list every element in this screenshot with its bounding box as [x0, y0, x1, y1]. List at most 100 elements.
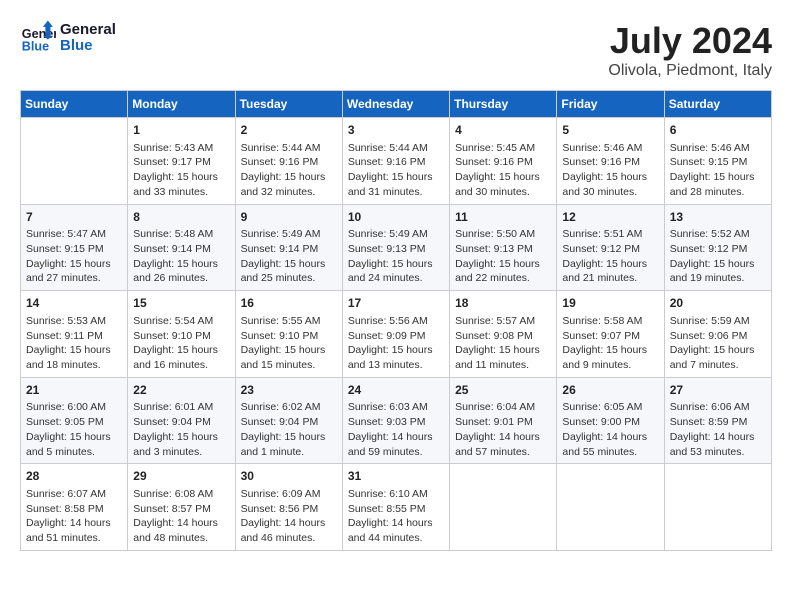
day-number: 16	[241, 295, 337, 312]
cell-content: Sunrise: 5:56 AM Sunset: 9:09 PM Dayligh…	[348, 314, 444, 373]
calendar-header-row: SundayMondayTuesdayWednesdayThursdayFrid…	[21, 91, 772, 118]
day-number: 8	[133, 209, 229, 226]
calendar-week-row: 14 Sunrise: 5:53 AM Sunset: 9:11 PM Dayli…	[21, 291, 772, 378]
calendar-cell: 21Sunrise: 6:00 AM Sunset: 9:05 PM Dayli…	[21, 377, 128, 464]
calendar-week-row: 28 Sunrise: 6:07 AM Sunset: 8:58 PM Dayli…	[21, 464, 772, 551]
calendar-cell: 22Sunrise: 6:01 AM Sunset: 9:04 PM Dayli…	[128, 377, 235, 464]
header-cell-thursday: Thursday	[450, 91, 557, 118]
calendar-week-row: 7Sunrise: 5:47 AM Sunset: 9:15 PM Daylig…	[21, 204, 772, 291]
day-number: 23	[241, 382, 337, 399]
calendar-cell: 31Sunrise: 6:10 AM Sunset: 8:55 PM Dayli…	[342, 464, 449, 551]
calendar-cell	[664, 464, 771, 551]
cell-content: Sunrise: 6:09 AM Sunset: 8:56 PM Dayligh…	[241, 487, 337, 546]
calendar-week-row: 21Sunrise: 6:00 AM Sunset: 9:05 PM Dayli…	[21, 377, 772, 464]
cell-content: Sunrise: 6:04 AM Sunset: 9:01 PM Dayligh…	[455, 400, 551, 459]
day-number: 5	[562, 122, 658, 139]
calendar-cell: 11Sunrise: 5:50 AM Sunset: 9:13 PM Dayli…	[450, 204, 557, 291]
day-number: 22	[133, 382, 229, 399]
header-cell-friday: Friday	[557, 91, 664, 118]
location-subtitle: Olivola, Piedmont, Italy	[608, 62, 772, 80]
calendar-cell	[21, 118, 128, 205]
calendar-cell: 18Sunrise: 5:57 AM Sunset: 9:08 PM Dayli…	[450, 291, 557, 378]
cell-content: Sunrise: 5:48 AM Sunset: 9:14 PM Dayligh…	[133, 227, 229, 286]
day-number: 17	[348, 295, 444, 312]
cell-content: Sunrise: 5:45 AM Sunset: 9:16 PM Dayligh…	[455, 141, 551, 200]
day-number: 15	[133, 295, 229, 312]
calendar-cell: 30 Sunrise: 6:09 AM Sunset: 8:56 PM Dayli…	[235, 464, 342, 551]
cell-content: Sunrise: 5:49 AM Sunset: 9:14 PM Dayligh…	[241, 227, 337, 286]
logo-line2: Blue	[60, 38, 116, 55]
day-number: 31	[348, 468, 444, 485]
calendar-cell: 6Sunrise: 5:46 AM Sunset: 9:15 PM Daylig…	[664, 118, 771, 205]
day-number: 25	[455, 382, 551, 399]
cell-content: Sunrise: 5:51 AM Sunset: 9:12 PM Dayligh…	[562, 227, 658, 286]
cell-content: Sunrise: 5:43 AM Sunset: 9:17 PM Dayligh…	[133, 141, 229, 200]
svg-text:Blue: Blue	[22, 40, 49, 54]
header-cell-wednesday: Wednesday	[342, 91, 449, 118]
calendar-cell: 10Sunrise: 5:49 AM Sunset: 9:13 PM Dayli…	[342, 204, 449, 291]
day-number: 2	[241, 122, 337, 139]
logo-line1: General	[60, 22, 116, 39]
day-number: 14	[26, 295, 122, 312]
cell-content: Sunrise: 5:53 AM Sunset: 9:11 PM Dayligh…	[26, 314, 122, 373]
calendar-cell: 27Sunrise: 6:06 AM Sunset: 8:59 PM Dayli…	[664, 377, 771, 464]
day-number: 1	[133, 122, 229, 139]
calendar-cell: 28 Sunrise: 6:07 AM Sunset: 8:58 PM Dayli…	[21, 464, 128, 551]
cell-content: Sunrise: 6:02 AM Sunset: 9:04 PM Dayligh…	[241, 400, 337, 459]
cell-content: Sunrise: 6:08 AM Sunset: 8:57 PM Dayligh…	[133, 487, 229, 546]
calendar-cell: 8Sunrise: 5:48 AM Sunset: 9:14 PM Daylig…	[128, 204, 235, 291]
cell-content: Sunrise: 6:05 AM Sunset: 9:00 PM Dayligh…	[562, 400, 658, 459]
cell-content: Sunrise: 6:01 AM Sunset: 9:04 PM Dayligh…	[133, 400, 229, 459]
header-cell-sunday: Sunday	[21, 91, 128, 118]
cell-content: Sunrise: 6:07 AM Sunset: 8:58 PM Dayligh…	[26, 487, 122, 546]
calendar-cell: 13Sunrise: 5:52 AM Sunset: 9:12 PM Dayli…	[664, 204, 771, 291]
calendar-cell: 19Sunrise: 5:58 AM Sunset: 9:07 PM Dayli…	[557, 291, 664, 378]
day-number: 20	[670, 295, 766, 312]
calendar-cell: 23Sunrise: 6:02 AM Sunset: 9:04 PM Dayli…	[235, 377, 342, 464]
day-number: 19	[562, 295, 658, 312]
header-cell-tuesday: Tuesday	[235, 91, 342, 118]
cell-content: Sunrise: 6:03 AM Sunset: 9:03 PM Dayligh…	[348, 400, 444, 459]
calendar-cell: 12Sunrise: 5:51 AM Sunset: 9:12 PM Dayli…	[557, 204, 664, 291]
cell-content: Sunrise: 5:52 AM Sunset: 9:12 PM Dayligh…	[670, 227, 766, 286]
day-number: 12	[562, 209, 658, 226]
day-number: 28	[26, 468, 122, 485]
month-year-title: July 2024	[608, 20, 772, 62]
day-number: 4	[455, 122, 551, 139]
cell-content: Sunrise: 6:06 AM Sunset: 8:59 PM Dayligh…	[670, 400, 766, 459]
calendar-cell: 15 Sunrise: 5:54 AM Sunset: 9:10 PM Dayli…	[128, 291, 235, 378]
calendar-cell: 29 Sunrise: 6:08 AM Sunset: 8:57 PM Dayli…	[128, 464, 235, 551]
cell-content: Sunrise: 5:54 AM Sunset: 9:10 PM Dayligh…	[133, 314, 229, 373]
cell-content: Sunrise: 5:50 AM Sunset: 9:13 PM Dayligh…	[455, 227, 551, 286]
logo-icon: General Blue	[20, 20, 56, 56]
cell-content: Sunrise: 5:55 AM Sunset: 9:10 PM Dayligh…	[241, 314, 337, 373]
calendar-cell: 24Sunrise: 6:03 AM Sunset: 9:03 PM Dayli…	[342, 377, 449, 464]
day-number: 11	[455, 209, 551, 226]
cell-content: Sunrise: 5:59 AM Sunset: 9:06 PM Dayligh…	[670, 314, 766, 373]
cell-content: Sunrise: 5:44 AM Sunset: 9:16 PM Dayligh…	[348, 141, 444, 200]
calendar-cell: 25Sunrise: 6:04 AM Sunset: 9:01 PM Dayli…	[450, 377, 557, 464]
cell-content: Sunrise: 5:44 AM Sunset: 9:16 PM Dayligh…	[241, 141, 337, 200]
day-number: 6	[670, 122, 766, 139]
calendar-cell: 1 Sunrise: 5:43 AM Sunset: 9:17 PM Daylig…	[128, 118, 235, 205]
calendar-cell: 4 Sunrise: 5:45 AM Sunset: 9:16 PM Daylig…	[450, 118, 557, 205]
logo: General Blue General Blue	[20, 20, 116, 56]
calendar-cell: 14 Sunrise: 5:53 AM Sunset: 9:11 PM Dayli…	[21, 291, 128, 378]
day-number: 27	[670, 382, 766, 399]
day-number: 29	[133, 468, 229, 485]
calendar-cell: 3Sunrise: 5:44 AM Sunset: 9:16 PM Daylig…	[342, 118, 449, 205]
day-number: 21	[26, 382, 122, 399]
calendar-cell: 17 Sunrise: 5:56 AM Sunset: 9:09 PM Dayli…	[342, 291, 449, 378]
day-number: 26	[562, 382, 658, 399]
page-header: General Blue General Blue July 2024 Oliv…	[20, 20, 772, 80]
cell-content: Sunrise: 5:46 AM Sunset: 9:16 PM Dayligh…	[562, 141, 658, 200]
cell-content: Sunrise: 5:49 AM Sunset: 9:13 PM Dayligh…	[348, 227, 444, 286]
day-number: 9	[241, 209, 337, 226]
day-number: 24	[348, 382, 444, 399]
day-number: 30	[241, 468, 337, 485]
calendar-table: SundayMondayTuesdayWednesdayThursdayFrid…	[20, 90, 772, 551]
cell-content: Sunrise: 5:57 AM Sunset: 9:08 PM Dayligh…	[455, 314, 551, 373]
calendar-cell: 2 Sunrise: 5:44 AM Sunset: 9:16 PM Daylig…	[235, 118, 342, 205]
header-cell-monday: Monday	[128, 91, 235, 118]
calendar-cell: 26Sunrise: 6:05 AM Sunset: 9:00 PM Dayli…	[557, 377, 664, 464]
